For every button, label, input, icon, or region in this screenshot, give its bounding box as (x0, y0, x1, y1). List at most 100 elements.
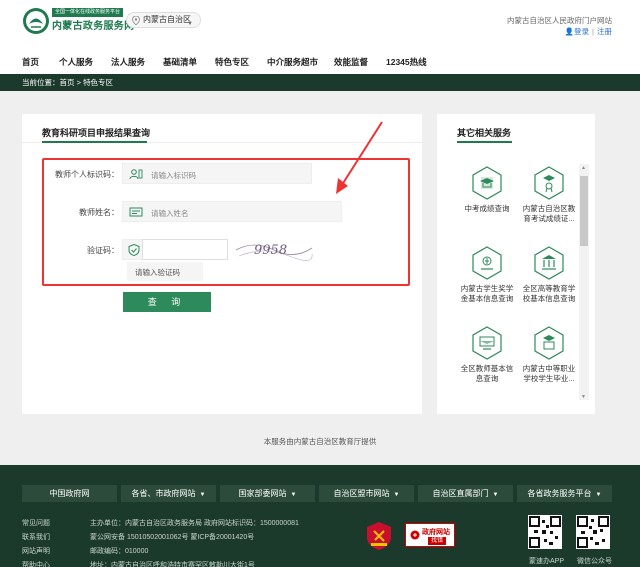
nav-item-hotline[interactable]: 12345热线 (386, 56, 427, 68)
footer-info-line: 主办单位：内蒙古自治区政务服务局 政府网站标识码：1500000081 (90, 520, 299, 527)
title-underline (42, 141, 147, 143)
captcha-text: 9958 (254, 243, 287, 258)
qr-label-wechat: 微信公众号 (577, 558, 612, 565)
footer-link-gov[interactable]: 中国政府网 (22, 485, 117, 502)
nav-item-home[interactable]: 首页 (22, 56, 39, 68)
scroll-down-icon[interactable]: ▼ (581, 394, 586, 400)
captcha-placeholder: 请输入验证码 (127, 262, 203, 281)
location-pin-icon (132, 16, 140, 25)
divider: | (592, 27, 594, 36)
related-services-panel: 其它相关服务 中考成绩查询 内蒙古自治区教 育考试成绩证... 内蒙古学生奖学 … (437, 114, 595, 414)
service-item-teacher-info[interactable]: 全区教师基本信 息查询 (456, 326, 518, 384)
teacher-id-input[interactable]: 请输入标识码 (122, 163, 312, 184)
footer-info-line: 蒙公网安备 15010502001062号 蒙ICP备20001420号 (90, 534, 255, 541)
statement-link[interactable]: 网站声明 (22, 545, 50, 559)
service-item-scholarship[interactable]: 内蒙古学生奖学 金基本信息查询 (456, 246, 518, 304)
logo-title[interactable]: 内蒙古政务服务网 (52, 17, 134, 32)
qr-code-wechat (576, 515, 610, 549)
region-selector[interactable]: 内蒙古自治区 ▼ (126, 12, 201, 28)
login-link[interactable]: 登录 (574, 27, 589, 36)
portal-link[interactable]: 内蒙古自治区人民政府门户网站 (507, 15, 612, 26)
faq-link[interactable]: 常见问题 (22, 517, 50, 531)
nav-item-supervision[interactable]: 效能监督 (334, 56, 368, 68)
teacher-id-label: 教师个人标识码： (55, 170, 119, 179)
nav-item-agency-market[interactable]: 中介服务超市 (267, 56, 318, 68)
service-label: 全区高等教育学 (522, 284, 576, 293)
chevron-down-icon: ▼ (290, 492, 297, 498)
scrollbar[interactable]: ▲ ▼ (579, 164, 589, 400)
chevron-down-icon: ▼ (199, 492, 206, 498)
service-item-exam-certificate[interactable]: 内蒙古自治区教 育考试成绩证... (518, 166, 580, 224)
breadcrumb: 当前位置：首页 > 特色专区 (0, 74, 640, 91)
breadcrumb-home[interactable]: 首页 (60, 78, 75, 87)
report-error-badge[interactable]: 政府网站 找错 (405, 523, 455, 547)
nav-item-special[interactable]: 特色专区 (215, 56, 249, 68)
service-label: 内蒙古学生奖学 (460, 284, 514, 293)
footer-info-line: 邮政编码：010000 (90, 548, 149, 555)
footer-link-departments[interactable]: 自治区直属部门 ▼ (418, 485, 513, 502)
footer-link-platforms[interactable]: 各省政务服务平台 ▼ (517, 485, 612, 502)
certificate-icon (534, 166, 564, 200)
footer-help-links: 常见问题 联系我们 网站声明 帮助中心 (22, 517, 50, 567)
contact-link[interactable]: 联系我们 (22, 531, 50, 545)
breadcrumb-current[interactable]: 特色专区 (83, 78, 113, 87)
chevron-down-icon: ▼ (187, 21, 193, 27)
teacher-icon (472, 326, 502, 360)
user-icon: 👤 (564, 27, 575, 36)
annotation-arrow-icon (336, 121, 383, 194)
site-header: 全国一体化在线政务服务平台 内蒙古政务服务网 内蒙古自治区 ▼ 内蒙古自治区人民… (0, 0, 640, 48)
service-label-2: 学校学生毕业... (523, 374, 575, 383)
university-icon (534, 246, 564, 280)
party-emblem-icon[interactable] (365, 521, 393, 551)
footer-link-label: 各省政务服务平台 (527, 489, 592, 498)
captcha-input[interactable] (142, 239, 228, 260)
chevron-down-icon: ▼ (595, 492, 602, 498)
logo-emblem-icon[interactable] (22, 7, 50, 35)
site-footer: 中国政府网 各省、市政府网站 ▼ 国家部委网站 ▼ 自治区盟市网站 ▼ 自治区直属部门… (0, 465, 640, 567)
badge-subtext: 找错 (428, 537, 447, 545)
footer-link-label: 中国政府网 (49, 489, 90, 498)
help-link[interactable]: 帮助中心 (22, 559, 50, 567)
graduation-cap-icon (472, 166, 502, 200)
top-right-links: 内蒙古自治区人民政府门户网站 👤登录 | 注册 (507, 15, 612, 37)
teacher-name-placeholder: 请输入姓名 (151, 209, 189, 218)
captcha-shield-cell (122, 239, 144, 260)
scroll-up-icon[interactable]: ▲ (581, 165, 586, 171)
service-item-exam-scores[interactable]: 中考成绩查询 (456, 166, 518, 214)
captcha-image[interactable]: 9958 (234, 236, 314, 262)
query-button[interactable]: 查 询 (123, 292, 211, 312)
footer-info-line: 地址：内蒙古自治区呼和浩特市赛罕区敕勒川大街1号 (90, 562, 255, 567)
footer-link-ministries[interactable]: 国家部委网站 ▼ (220, 485, 315, 502)
teacher-name-label: 教师姓名： (79, 208, 119, 217)
scrollbar-thumb[interactable] (580, 176, 588, 246)
nav-item-legal[interactable]: 法人服务 (111, 56, 145, 68)
register-link[interactable]: 注册 (597, 27, 612, 36)
service-item-vocational-graduation[interactable]: 内蒙古中等职业 学校学生毕业... (518, 326, 580, 384)
title-underline (457, 141, 512, 143)
footer-link-provinces[interactable]: 各省、市政府网站 ▼ (121, 485, 216, 502)
service-label-2: 校基本信息查询 (522, 294, 576, 303)
teacher-id-placeholder: 请输入标识码 (151, 171, 196, 180)
chevron-down-icon: ▼ (393, 492, 400, 498)
chevron-down-icon: ▼ (492, 492, 499, 498)
shield-check-icon (128, 244, 140, 256)
nav-item-basic-list[interactable]: 基础清单 (163, 56, 197, 68)
service-label-2: 息查询 (475, 374, 499, 383)
footer-link-leagues[interactable]: 自治区盟市网站 ▼ (319, 485, 414, 502)
teacher-name-input[interactable]: 请输入姓名 (122, 201, 342, 222)
scholarship-icon (472, 246, 502, 280)
footer-info: 主办单位：内蒙古自治区政务服务局 政府网站标识码：1500000081 蒙公网安… (90, 517, 299, 567)
service-label-2: 育考试成绩证... (523, 214, 575, 223)
service-item-university-info[interactable]: 全区高等教育学 校基本信息查询 (518, 246, 580, 304)
service-label: 内蒙古自治区教 (522, 204, 576, 213)
badge-text: 政府网站 (422, 529, 450, 536)
footer-link-label: 自治区直属部门 (432, 489, 489, 498)
name-card-icon (129, 207, 143, 217)
region-label: 内蒙古自治区 (143, 15, 191, 24)
breadcrumb-sep: > (74, 78, 84, 87)
nav-item-personal[interactable]: 个人服务 (59, 56, 93, 68)
service-label: 内蒙古中等职业 (522, 364, 576, 373)
qr-label-app: 蒙速办APP (529, 558, 565, 565)
footer-link-label: 国家部委网站 (238, 489, 287, 498)
diploma-icon (534, 326, 564, 360)
